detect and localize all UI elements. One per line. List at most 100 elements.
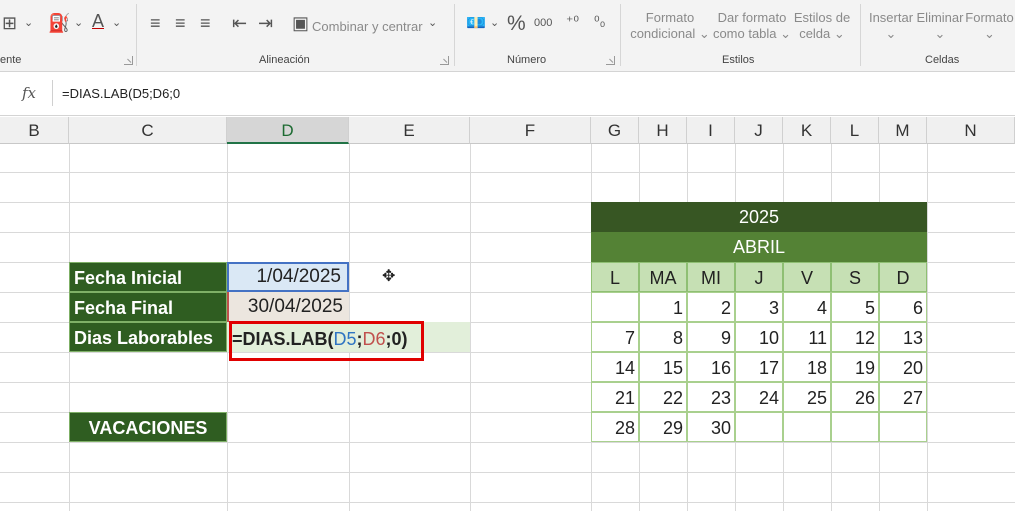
calendar-day[interactable]	[831, 412, 879, 442]
insert-button[interactable]: Insertar ⌄	[866, 10, 916, 42]
calendar-day[interactable]: 7	[591, 322, 639, 352]
calendar-day[interactable]: 29	[639, 412, 687, 442]
calendar-day[interactable]: 27	[879, 382, 927, 412]
calendar-day[interactable]: 17	[735, 352, 783, 382]
col-header-i[interactable]: I	[687, 117, 735, 144]
calendar-day[interactable]: 8	[639, 322, 687, 352]
conditional-format-button[interactable]: Formato condicional ⌄	[628, 10, 712, 42]
calendar-day[interactable]: 30	[687, 412, 735, 442]
chevron-down-icon: ⌄	[698, 26, 710, 41]
merge-cells-icon[interactable]: ▣	[292, 14, 309, 32]
col-header-f[interactable]: F	[470, 117, 591, 144]
merge-center-button[interactable]: Combinar y centrar	[312, 19, 423, 35]
calendar-day[interactable]: 19	[831, 352, 879, 382]
fecha-inicial-cell[interactable]: 1/04/2025	[227, 262, 349, 292]
group-styles-label: Estilos	[722, 54, 755, 66]
col-header-b[interactable]: B	[0, 117, 69, 144]
thousands-separator-button[interactable]: 000	[534, 18, 552, 29]
decrease-decimal-icon[interactable]: ⁰₀	[594, 14, 605, 28]
fecha-final-cell[interactable]: 30/04/2025	[227, 292, 349, 322]
dias-laborables-label[interactable]: Dias Laborables	[69, 322, 227, 352]
cond-format-line2: condicional	[630, 26, 696, 41]
calendar-day[interactable]: 28	[591, 412, 639, 442]
chevron-down-icon[interactable]: ⌄	[490, 18, 499, 29]
col-header-k[interactable]: K	[783, 117, 831, 144]
cell-styles-button[interactable]: Estilos de celda ⌄	[792, 10, 852, 42]
calendar-day[interactable]: 3	[735, 292, 783, 322]
format-as-table-button[interactable]: Dar formato como tabla ⌄	[712, 10, 792, 42]
calendar-dow: MA	[639, 262, 687, 292]
calendar-day[interactable]: 14	[591, 352, 639, 382]
calendar-day[interactable]: 11	[783, 322, 831, 352]
col-header-c[interactable]: C	[69, 117, 227, 144]
increase-indent-icon[interactable]: ⇥	[258, 14, 273, 32]
col-header-d[interactable]: D	[227, 117, 349, 144]
calendar-day[interactable]: 25	[783, 382, 831, 412]
calendar-day[interactable]: 9	[687, 322, 735, 352]
calendar-day[interactable]: 20	[879, 352, 927, 382]
col-header-h[interactable]: H	[639, 117, 687, 144]
calendar-day[interactable]: 24	[735, 382, 783, 412]
chevron-down-icon[interactable]: ⌄	[112, 18, 121, 29]
fill-color-icon[interactable]: ⛽	[48, 14, 70, 32]
calendar-day[interactable]: 22	[639, 382, 687, 412]
borders-icon[interactable]: ⊞	[2, 14, 17, 32]
font-dialog-launcher[interactable]	[124, 56, 133, 65]
col-header-g[interactable]: G	[591, 117, 639, 144]
chevron-down-icon[interactable]: ⌄	[74, 18, 83, 29]
col-header-n[interactable]: N	[927, 117, 1015, 144]
currency-icon[interactable]: 💶	[466, 16, 486, 32]
decrease-indent-icon[interactable]: ⇤	[232, 14, 247, 32]
align-left-icon[interactable]: ≡	[150, 14, 161, 32]
font-color-icon[interactable]: A	[92, 12, 104, 30]
calendar-day[interactable]: 15	[639, 352, 687, 382]
col-header-j[interactable]: J	[735, 117, 783, 144]
align-center-icon[interactable]: ≡	[175, 14, 186, 32]
format-button[interactable]: Formato ⌄	[964, 10, 1015, 42]
formula-input[interactable]: =DIAS.LAB(D5;D6;0	[62, 86, 180, 101]
calendar-day[interactable]: 4	[783, 292, 831, 322]
calendar-day[interactable]: 1	[639, 292, 687, 322]
percent-button[interactable]: %	[507, 13, 526, 34]
cell-formula-editor[interactable]: =DIAS.LAB(D5;D6;0)	[232, 324, 408, 354]
chevron-down-icon: ⌄	[780, 26, 792, 41]
col-header-m[interactable]: M	[879, 117, 927, 144]
col-header-l[interactable]: L	[831, 117, 879, 144]
calendar-day[interactable]: 23	[687, 382, 735, 412]
calendar-day[interactable]	[735, 412, 783, 442]
calendar-day[interactable]: 12	[831, 322, 879, 352]
move-cursor-icon: ✥	[382, 268, 396, 285]
fecha-final-label[interactable]: Fecha Final	[69, 292, 227, 322]
calendar-dow: S	[831, 262, 879, 292]
calendar-day[interactable]: 16	[687, 352, 735, 382]
calendar-day[interactable]	[591, 292, 639, 322]
calendar-day[interactable]	[879, 412, 927, 442]
cell-styles-line2: celda	[799, 26, 831, 41]
calendar-day[interactable]: 21	[591, 382, 639, 412]
table-format-line2: como tabla	[712, 26, 777, 41]
calendar-day[interactable]	[783, 412, 831, 442]
formula-ref-d6: D6	[362, 329, 386, 349]
align-right-icon[interactable]: ≡	[200, 14, 211, 32]
calendar-day[interactable]: 10	[735, 322, 783, 352]
fecha-inicial-label[interactable]: Fecha Inicial	[69, 262, 227, 292]
calendar-day[interactable]: 13	[879, 322, 927, 352]
number-dialog-launcher[interactable]	[606, 56, 615, 65]
calendar-day[interactable]: 5	[831, 292, 879, 322]
calendar-day[interactable]: 6	[879, 292, 927, 322]
formula-suffix: ;0)	[385, 329, 408, 349]
chevron-down-icon[interactable]: ⌄	[428, 18, 437, 29]
delete-button[interactable]: Eliminar ⌄	[915, 10, 965, 42]
vacaciones-label[interactable]: VACACIONES	[69, 412, 227, 442]
calendar-day[interactable]: 26	[831, 382, 879, 412]
ribbon: ⊞ ⌄ ⛽ ⌄ A ⌄ ente ≡ ≡ ≡ ⇤ ⇥ ▣ Combinar y …	[0, 0, 1015, 72]
increase-decimal-icon[interactable]: ⁺⁰	[566, 14, 579, 28]
insert-function-icon[interactable]: fx	[22, 84, 36, 102]
chevron-down-icon[interactable]: ⌄	[24, 18, 33, 29]
chevron-down-icon: ⌄	[934, 26, 946, 41]
calendar-day[interactable]: 2	[687, 292, 735, 322]
calendar-day[interactable]: 18	[783, 352, 831, 382]
group-alignment-label: Alineación	[259, 54, 310, 66]
alignment-dialog-launcher[interactable]	[440, 56, 449, 65]
col-header-e[interactable]: E	[349, 117, 470, 144]
